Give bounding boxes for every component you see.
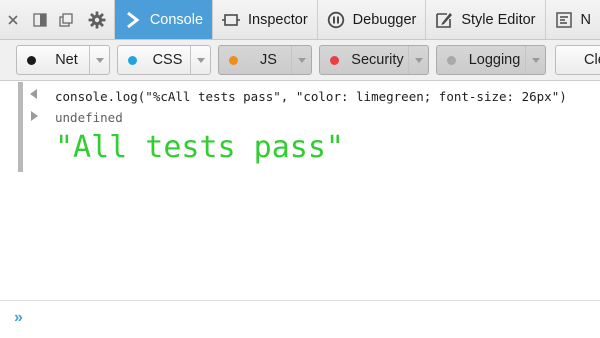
filter-security-button[interactable]: Security bbox=[319, 45, 429, 75]
filter-css-button[interactable]: CSS bbox=[117, 45, 211, 75]
clear-button[interactable]: Cle bbox=[555, 45, 600, 75]
output-arrow-icon bbox=[30, 111, 40, 124]
inspector-icon bbox=[221, 10, 241, 30]
console-command-row: console.log("%cAll tests pass", "color: … bbox=[0, 87, 600, 107]
devtools-toolbar: Console Inspector Debugger Style Editor … bbox=[0, 0, 600, 40]
result-text: undefined bbox=[55, 110, 123, 125]
tab-inspector[interactable]: Inspector bbox=[213, 0, 318, 39]
close-icon[interactable] bbox=[0, 0, 26, 39]
chevron-down-icon[interactable] bbox=[525, 46, 545, 74]
css-dot-icon bbox=[128, 55, 137, 65]
filter-logging-button[interactable]: Logging bbox=[436, 45, 546, 75]
tab-console[interactable]: Console bbox=[114, 0, 214, 39]
network-icon bbox=[554, 10, 574, 30]
prompt-icon: » bbox=[14, 309, 23, 326]
chevron-down-icon[interactable] bbox=[89, 46, 109, 74]
net-dot-icon bbox=[27, 55, 36, 65]
tab-label: Debugger bbox=[352, 11, 417, 28]
console-log-row: "All tests pass" bbox=[0, 130, 600, 170]
log-message-text: "All tests pass" bbox=[55, 130, 344, 165]
tab-network[interactable]: N bbox=[546, 0, 600, 39]
tab-label: Inspector bbox=[248, 11, 308, 28]
input-arrow-icon bbox=[30, 89, 40, 102]
debugger-pause-icon bbox=[326, 10, 346, 30]
logging-dot-icon bbox=[447, 55, 456, 65]
chevron-down-icon[interactable] bbox=[190, 46, 210, 74]
console-result-row: undefined bbox=[0, 108, 600, 128]
filter-net-button[interactable]: Net bbox=[16, 45, 110, 75]
separate-window-icon[interactable] bbox=[53, 0, 79, 39]
command-text: console.log("%cAll tests pass", "color: … bbox=[55, 89, 567, 104]
tab-label: N bbox=[580, 11, 591, 28]
filter-bar: Net CSS JS Security Logging Cle bbox=[0, 40, 600, 81]
js-dot-icon bbox=[229, 55, 238, 65]
tab-debugger[interactable]: Debugger bbox=[318, 0, 427, 39]
console-output: console.log("%cAll tests pass", "color: … bbox=[0, 82, 600, 300]
style-editor-icon bbox=[434, 10, 454, 30]
dock-side-icon[interactable] bbox=[26, 0, 52, 39]
tab-label: Console bbox=[149, 11, 204, 28]
tab-style-editor[interactable]: Style Editor bbox=[426, 0, 546, 39]
console-input-line: » bbox=[0, 300, 600, 338]
chevron-down-icon[interactable] bbox=[408, 46, 428, 74]
tab-label: Style Editor bbox=[461, 11, 536, 28]
console-chevron-icon bbox=[123, 10, 143, 30]
gear-icon[interactable] bbox=[79, 0, 115, 39]
filter-js-button[interactable]: JS bbox=[218, 45, 312, 75]
chevron-down-icon[interactable] bbox=[291, 46, 311, 74]
security-dot-icon bbox=[330, 55, 339, 65]
console-input[interactable] bbox=[40, 307, 590, 331]
